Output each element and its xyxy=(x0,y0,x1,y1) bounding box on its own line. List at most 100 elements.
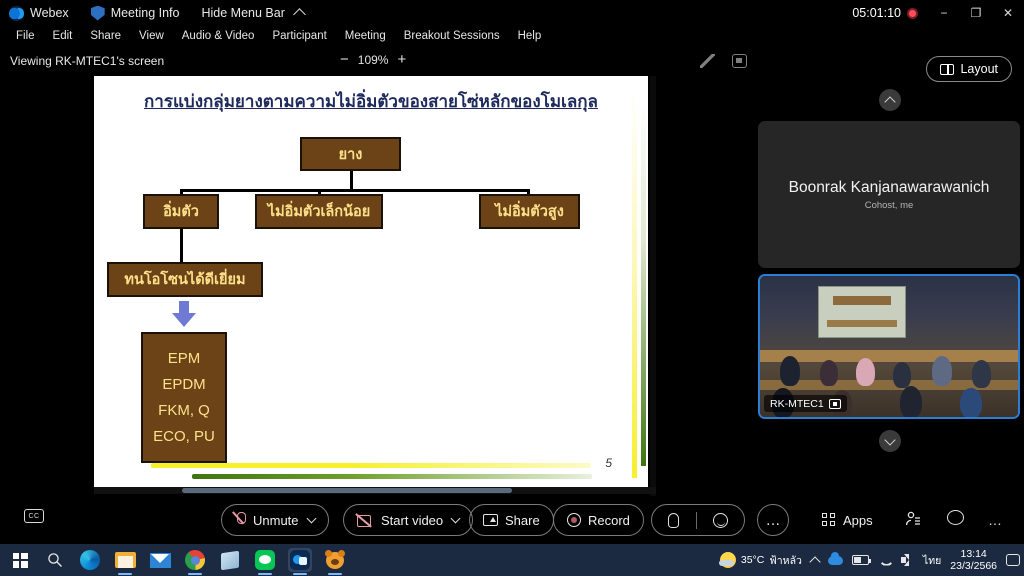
screen-share-icon xyxy=(828,398,841,409)
hide-menu-bar-button[interactable]: Hide Menu Bar xyxy=(201,6,306,21)
app-name-label: Webex xyxy=(30,6,69,20)
weather-desc: ฟ้าหลัว xyxy=(769,554,802,567)
bear-app-icon[interactable] xyxy=(323,548,347,575)
menu-item-view[interactable]: View xyxy=(130,30,173,42)
menu-item-share[interactable]: Share xyxy=(81,30,130,42)
window-controls: − ❐ ✕ xyxy=(928,0,1024,26)
down-arrow-icon xyxy=(172,301,196,327)
line-icon[interactable] xyxy=(253,548,277,575)
node-high-unsaturated: ไม่อิ่มตัวสูง xyxy=(479,194,580,229)
timer-label: 05:01:10 xyxy=(852,6,901,20)
menu-item-file[interactable]: File xyxy=(7,30,44,42)
weather-widget[interactable]: 35°C ฟ้าหลัว xyxy=(718,552,802,569)
mail-icon[interactable] xyxy=(148,548,172,572)
apps-button[interactable]: Apps xyxy=(822,504,873,536)
participant-role: Cohost, me xyxy=(864,199,914,211)
participants-icon[interactable] xyxy=(905,511,921,527)
language-indicator[interactable]: ไทย xyxy=(923,552,941,569)
menu-item-meeting[interactable]: Meeting xyxy=(336,30,395,42)
zoom-out-button[interactable]: − xyxy=(340,52,349,67)
share-button[interactable]: Share xyxy=(469,504,554,536)
slide-page-number: 5 xyxy=(605,456,612,470)
node-polymer-list: EPM EPDM FKM, Q ECO, PU xyxy=(141,332,227,463)
maximize-button[interactable]: ❐ xyxy=(960,0,992,26)
search-button[interactable] xyxy=(43,548,67,572)
connector-a-to-ozone xyxy=(180,228,183,263)
chevron-down-icon xyxy=(884,433,896,446)
clock-date: 23/3/2566 xyxy=(950,560,997,572)
menu-bar: File Edit Share View Audio & Video Parti… xyxy=(0,26,1024,46)
chrome-icon[interactable] xyxy=(183,548,207,575)
layout-icon xyxy=(940,63,955,75)
connector-horizontal xyxy=(180,189,530,192)
attachment-icon[interactable] xyxy=(668,512,680,528)
polymer-epdm: EPDM xyxy=(162,376,206,393)
shield-icon xyxy=(90,5,105,21)
polymer-eco-pu: ECO, PU xyxy=(153,428,215,445)
minimize-button[interactable]: − xyxy=(928,0,960,26)
start-video-button[interactable]: Start video xyxy=(343,504,474,536)
store-icon[interactable] xyxy=(218,548,242,572)
polymer-epm: EPM xyxy=(167,350,201,367)
annotate-icon[interactable] xyxy=(700,54,715,68)
menu-item-help[interactable]: Help xyxy=(509,30,551,42)
meeting-info-label: Meeting Info xyxy=(110,6,180,20)
onedrive-icon[interactable] xyxy=(827,551,843,565)
more-options-button[interactable]: … xyxy=(757,504,789,536)
hide-menu-bar-label: Hide Menu Bar xyxy=(201,6,285,20)
divider xyxy=(695,511,697,529)
chevron-up-icon xyxy=(292,8,306,21)
webex-icon[interactable] xyxy=(288,548,312,575)
node-saturated: อิ่มตัว xyxy=(143,194,219,229)
participant-tile-video[interactable]: RK-MTEC1 xyxy=(758,274,1020,419)
view-tool-icons xyxy=(700,54,747,68)
menu-item-participant[interactable]: Participant xyxy=(263,30,335,42)
closed-caption-icon[interactable]: CC xyxy=(24,509,44,523)
taskbar-icons xyxy=(8,544,347,576)
clock[interactable]: 13:14 23/3/2566 xyxy=(950,548,997,573)
participant-tile-self[interactable]: Boonrak Kanjanawarawanich Cohost, me xyxy=(758,121,1020,268)
wifi-icon[interactable] xyxy=(878,555,892,566)
more-panel-button[interactable]: … xyxy=(988,512,1002,528)
scrollbar-thumb[interactable] xyxy=(182,488,512,493)
file-explorer-icon[interactable] xyxy=(113,548,137,575)
webex-logo-icon xyxy=(9,5,24,21)
edge-icon[interactable] xyxy=(78,548,102,572)
start-button[interactable] xyxy=(8,548,32,572)
panel-scroll-up-button[interactable] xyxy=(879,89,901,111)
title-bar: Webex Meeting Info Hide Menu Bar 05:01:1… xyxy=(0,0,1024,26)
chevron-down-icon[interactable] xyxy=(450,513,461,524)
panel-scroll-down-button[interactable] xyxy=(879,430,901,452)
microphone-muted-icon xyxy=(235,512,246,528)
chevron-down-icon[interactable] xyxy=(306,513,316,524)
reactions-icon[interactable] xyxy=(712,512,728,528)
tray-icons xyxy=(809,551,914,568)
horizontal-scrollbar[interactable] xyxy=(94,487,656,494)
node-ozone-resistance: ทนโอโซนได้ดีเยี่ยม xyxy=(107,262,263,297)
layout-label: Layout xyxy=(960,62,998,76)
layout-button[interactable]: Layout xyxy=(926,56,1012,82)
meeting-info-button[interactable]: Meeting Info xyxy=(90,5,180,21)
battery-icon[interactable] xyxy=(851,555,871,565)
zoom-in-button[interactable]: + xyxy=(397,52,406,67)
volume-icon[interactable] xyxy=(900,554,914,566)
notification-center-icon[interactable] xyxy=(1006,554,1020,566)
weather-temp: 35°C xyxy=(740,554,765,566)
zoom-controls: − 109% + xyxy=(340,52,406,67)
unmute-button[interactable]: Unmute xyxy=(221,504,329,536)
shared-screen-stage[interactable]: การแบ่งกลุ่มยางตามความไม่อิ่มตัวของสายโซ… xyxy=(94,76,656,496)
record-icon xyxy=(567,513,581,527)
full-screen-icon[interactable] xyxy=(732,54,747,68)
chat-icon[interactable] xyxy=(947,510,964,525)
menu-item-edit[interactable]: Edit xyxy=(44,30,82,42)
presentation-slide: การแบ่งกลุ่มยางตามความไม่อิ่มตัวของสายโซ… xyxy=(94,76,648,492)
share-label: Share xyxy=(505,512,540,528)
show-hidden-icons-button[interactable] xyxy=(809,555,821,568)
unmute-label: Unmute xyxy=(253,512,299,528)
meeting-timer: 05:01:10 xyxy=(852,0,918,26)
menu-item-audio-video[interactable]: Audio & Video xyxy=(173,30,264,42)
record-button[interactable]: Record xyxy=(553,504,644,536)
close-button[interactable]: ✕ xyxy=(992,0,1024,26)
node-low-unsaturated: ไม่อิ่มตัวเล็กน้อย xyxy=(255,194,383,229)
menu-item-breakout-sessions[interactable]: Breakout Sessions xyxy=(395,30,509,42)
